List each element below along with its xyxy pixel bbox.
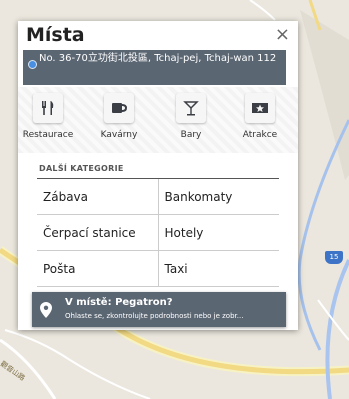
category-bars[interactable]: Bary (161, 93, 221, 140)
places-panel: Místa × No. 36-70立功街北投區, Tchaj-pej, Tcha… (18, 21, 298, 330)
category-atms[interactable]: Bankomaty (159, 179, 280, 214)
location-pin-icon (40, 302, 52, 322)
address-text: No. 36-70立功街北投區, Tchaj-pej, Tchaj-wan 11… (39, 53, 277, 64)
category-label: Bary (180, 130, 202, 140)
category-hotels[interactable]: Hotely (159, 215, 280, 250)
category-label: Restaurace (22, 130, 74, 140)
checkin-toast[interactable]: V místě: Pegatron? Ohlaste se, zkontrolu… (32, 292, 286, 327)
category-restaurants[interactable]: Restaurace (18, 93, 78, 140)
category-entertainment[interactable]: Zábava (37, 179, 159, 214)
panel-title: Místa (26, 24, 85, 46)
category-post-office[interactable]: Pošta (37, 251, 159, 286)
close-button[interactable]: × (275, 24, 290, 46)
more-categories-grid: Zábava Bankomaty Čerpací stanice Hotely … (37, 179, 279, 287)
category-gas-stations[interactable]: Čerpací stanice (37, 215, 159, 250)
category-taxi[interactable]: Taxi (159, 251, 280, 286)
road-shield: 15 (325, 251, 343, 264)
category-label: Kavárny (100, 130, 138, 140)
restaurant-icon (33, 93, 63, 123)
attraction-icon (245, 93, 275, 123)
location-dot-icon (28, 60, 37, 69)
coffee-icon (104, 93, 134, 123)
category-row: Pošta Taxi (37, 251, 279, 287)
category-cafes[interactable]: Kavárny (89, 93, 149, 140)
category-strip: Restaurace Kavárny Bary Atrakce (18, 87, 298, 153)
toast-message: Ohlaste se, zkontrolujte podrobnosti neb… (65, 312, 244, 320)
category-row: Čerpací stanice Hotely (37, 215, 279, 251)
current-address-bar[interactable]: No. 36-70立功街北投區, Tchaj-pej, Tchaj-wan 11… (23, 50, 286, 85)
bar-icon (176, 93, 206, 123)
more-categories-header: DALŠÍ KATEGORIE (39, 164, 124, 173)
toast-title: V místě: Pegatron? (65, 297, 173, 308)
category-attractions[interactable]: Atrakce (230, 93, 290, 140)
category-label: Atrakce (242, 130, 278, 140)
category-row: Zábava Bankomaty (37, 179, 279, 215)
